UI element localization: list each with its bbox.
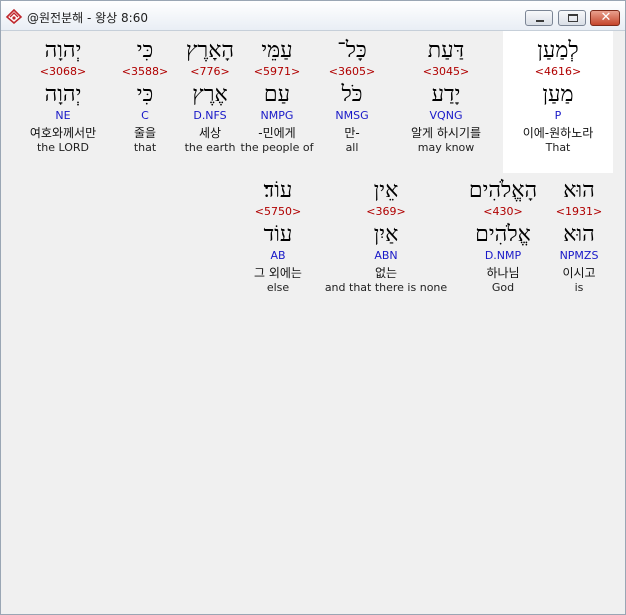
korean-gloss: 이시고 xyxy=(562,266,596,280)
hebrew-word: לְמַעַן xyxy=(537,38,579,63)
strong-number[interactable]: <430> xyxy=(453,205,553,219)
strong-number[interactable]: <5750> xyxy=(237,205,319,219)
english-gloss: the LORD xyxy=(36,141,90,154)
parse-code: NPMZS xyxy=(559,249,599,262)
parse-code: P xyxy=(554,109,562,122)
title-bar[interactable]: @원전분해 - 왕상 8:60 ✕ xyxy=(1,1,625,31)
lemma-word: אֱלֹהִים xyxy=(475,222,531,247)
korean-gloss: 그 외에는 xyxy=(254,266,302,280)
english-gloss: that xyxy=(133,141,157,154)
hebrew-word: אֵין xyxy=(373,178,399,203)
interlinear-panel: לְמַעַן <4616> מַעַן P 이에-원하노라 That דַּע… xyxy=(7,31,617,611)
word-cell[interactable]: עַמֵּי <5971> עַם NMPG -민에게 the people o… xyxy=(237,31,317,155)
lemma-word: כִּי xyxy=(136,82,154,107)
korean-gloss: 이에-원하노라 xyxy=(522,126,594,140)
english-gloss: all xyxy=(345,141,359,154)
english-gloss: else xyxy=(266,281,290,294)
hebrew-word: עַמֵּי xyxy=(261,38,293,63)
word-cell[interactable]: הָאֱלֹהִים <430> אֱלֹהִים D.NMP 하나님 God xyxy=(453,177,553,295)
minimize-button[interactable] xyxy=(525,10,553,26)
lemma-word: יָדַע xyxy=(431,82,461,107)
hebrew-word: הוּא xyxy=(563,178,595,203)
lemma-word: עַם xyxy=(263,82,291,107)
parse-code: NMPG xyxy=(260,109,294,122)
strong-number[interactable]: <3045> xyxy=(391,65,501,79)
lemma-word: הוּא xyxy=(563,222,595,247)
parse-code: D.NFS xyxy=(193,109,227,122)
close-button[interactable]: ✕ xyxy=(590,10,620,26)
korean-gloss: 만- xyxy=(344,126,360,140)
hebrew-word: דַּעַת xyxy=(427,38,465,63)
korean-gloss: 없는 xyxy=(374,266,398,280)
strong-number[interactable]: <3605> xyxy=(307,65,397,79)
word-cell[interactable]: כָּל־ <3605> כֹּל NMSG 만- all xyxy=(307,31,397,155)
parse-code: ABN xyxy=(374,249,398,262)
word-cell[interactable]: כִּי <3588> כִּי C 줄을 that xyxy=(119,31,171,155)
maximize-icon xyxy=(568,14,578,22)
parse-code: NE xyxy=(55,109,71,122)
english-gloss: That xyxy=(545,141,571,154)
english-gloss: God xyxy=(491,281,515,294)
word-cell[interactable]: הוּא <1931> הוּא NPMZS 이시고 is xyxy=(545,177,613,295)
strong-number[interactable]: <3068> xyxy=(15,65,111,79)
lemma-word: עוֹד xyxy=(263,222,293,247)
close-icon: ✕ xyxy=(600,10,612,25)
word-cell[interactable]: אֵין <369> אַיִן ABN 없는 and that there i… xyxy=(315,177,457,295)
lemma-word: כֹּל xyxy=(341,82,363,107)
english-gloss: the earth xyxy=(184,141,236,154)
maximize-button[interactable] xyxy=(558,10,586,26)
hebrew-word: הָאֱלֹהִים xyxy=(468,178,538,203)
english-gloss: the people of xyxy=(240,141,314,154)
strong-number[interactable]: <5971> xyxy=(237,65,317,79)
window-title: @원전분해 - 왕상 8:60 xyxy=(27,11,148,25)
korean-gloss: 하나님 xyxy=(486,266,520,280)
word-cell[interactable]: יְהוָה <3068> יְהוָה NE 여호와께서만 the LORD xyxy=(15,31,111,155)
word-cell[interactable]: עוֹד׃ <5750> עוֹד AB 그 외에는 else xyxy=(237,177,319,295)
parse-code: NMSG xyxy=(335,109,369,122)
lemma-word: אַיִן xyxy=(373,222,399,247)
parse-code: D.NMP xyxy=(484,249,522,262)
strong-number[interactable]: <3588> xyxy=(119,65,171,79)
strong-number[interactable]: <4616> xyxy=(503,65,613,79)
app-window: @원전분해 - 왕상 8:60 ✕ לְמַעַן <4616> מַעַן P… xyxy=(0,0,626,615)
hebrew-word: כָּל־ xyxy=(337,38,367,63)
word-cell[interactable]: הָאָרֶץ <776> אֶרֶץ D.NFS 세상 the earth xyxy=(175,31,245,155)
hebrew-word: כִּי xyxy=(136,38,154,63)
minimize-icon xyxy=(536,20,544,22)
hebrew-word: הָאָרֶץ xyxy=(185,38,235,63)
english-gloss: may know xyxy=(417,141,475,154)
lemma-word: מַעַן xyxy=(542,82,574,107)
english-gloss: and that there is none xyxy=(324,281,448,294)
korean-gloss: 여호와께서만 xyxy=(29,126,97,140)
strong-number[interactable]: <369> xyxy=(315,205,457,219)
word-cell[interactable]: לְמַעַן <4616> מַעַן P 이에-원하노라 That xyxy=(503,31,613,173)
korean-gloss: 줄을 xyxy=(133,126,157,140)
korean-gloss: 세상 xyxy=(198,126,222,140)
korean-gloss: -민에게 xyxy=(258,126,296,140)
hebrew-word: עוֹד׃ xyxy=(263,178,293,203)
strong-number[interactable]: <776> xyxy=(175,65,245,79)
bible-app-icon xyxy=(5,8,23,24)
word-cell[interactable]: דַּעַת <3045> יָדַע VQNG 알게 하시기를 may kno… xyxy=(391,31,501,155)
lemma-word: יְהוָה xyxy=(44,82,82,107)
english-gloss: is xyxy=(574,281,584,294)
parse-code: VQNG xyxy=(429,109,463,122)
lemma-word: אֶרֶץ xyxy=(192,82,228,107)
parse-code: C xyxy=(141,109,149,122)
strong-number[interactable]: <1931> xyxy=(545,205,613,219)
parse-code: AB xyxy=(270,249,286,262)
korean-gloss: 알게 하시기를 xyxy=(410,126,482,140)
hebrew-word: יְהוָה xyxy=(44,38,82,63)
